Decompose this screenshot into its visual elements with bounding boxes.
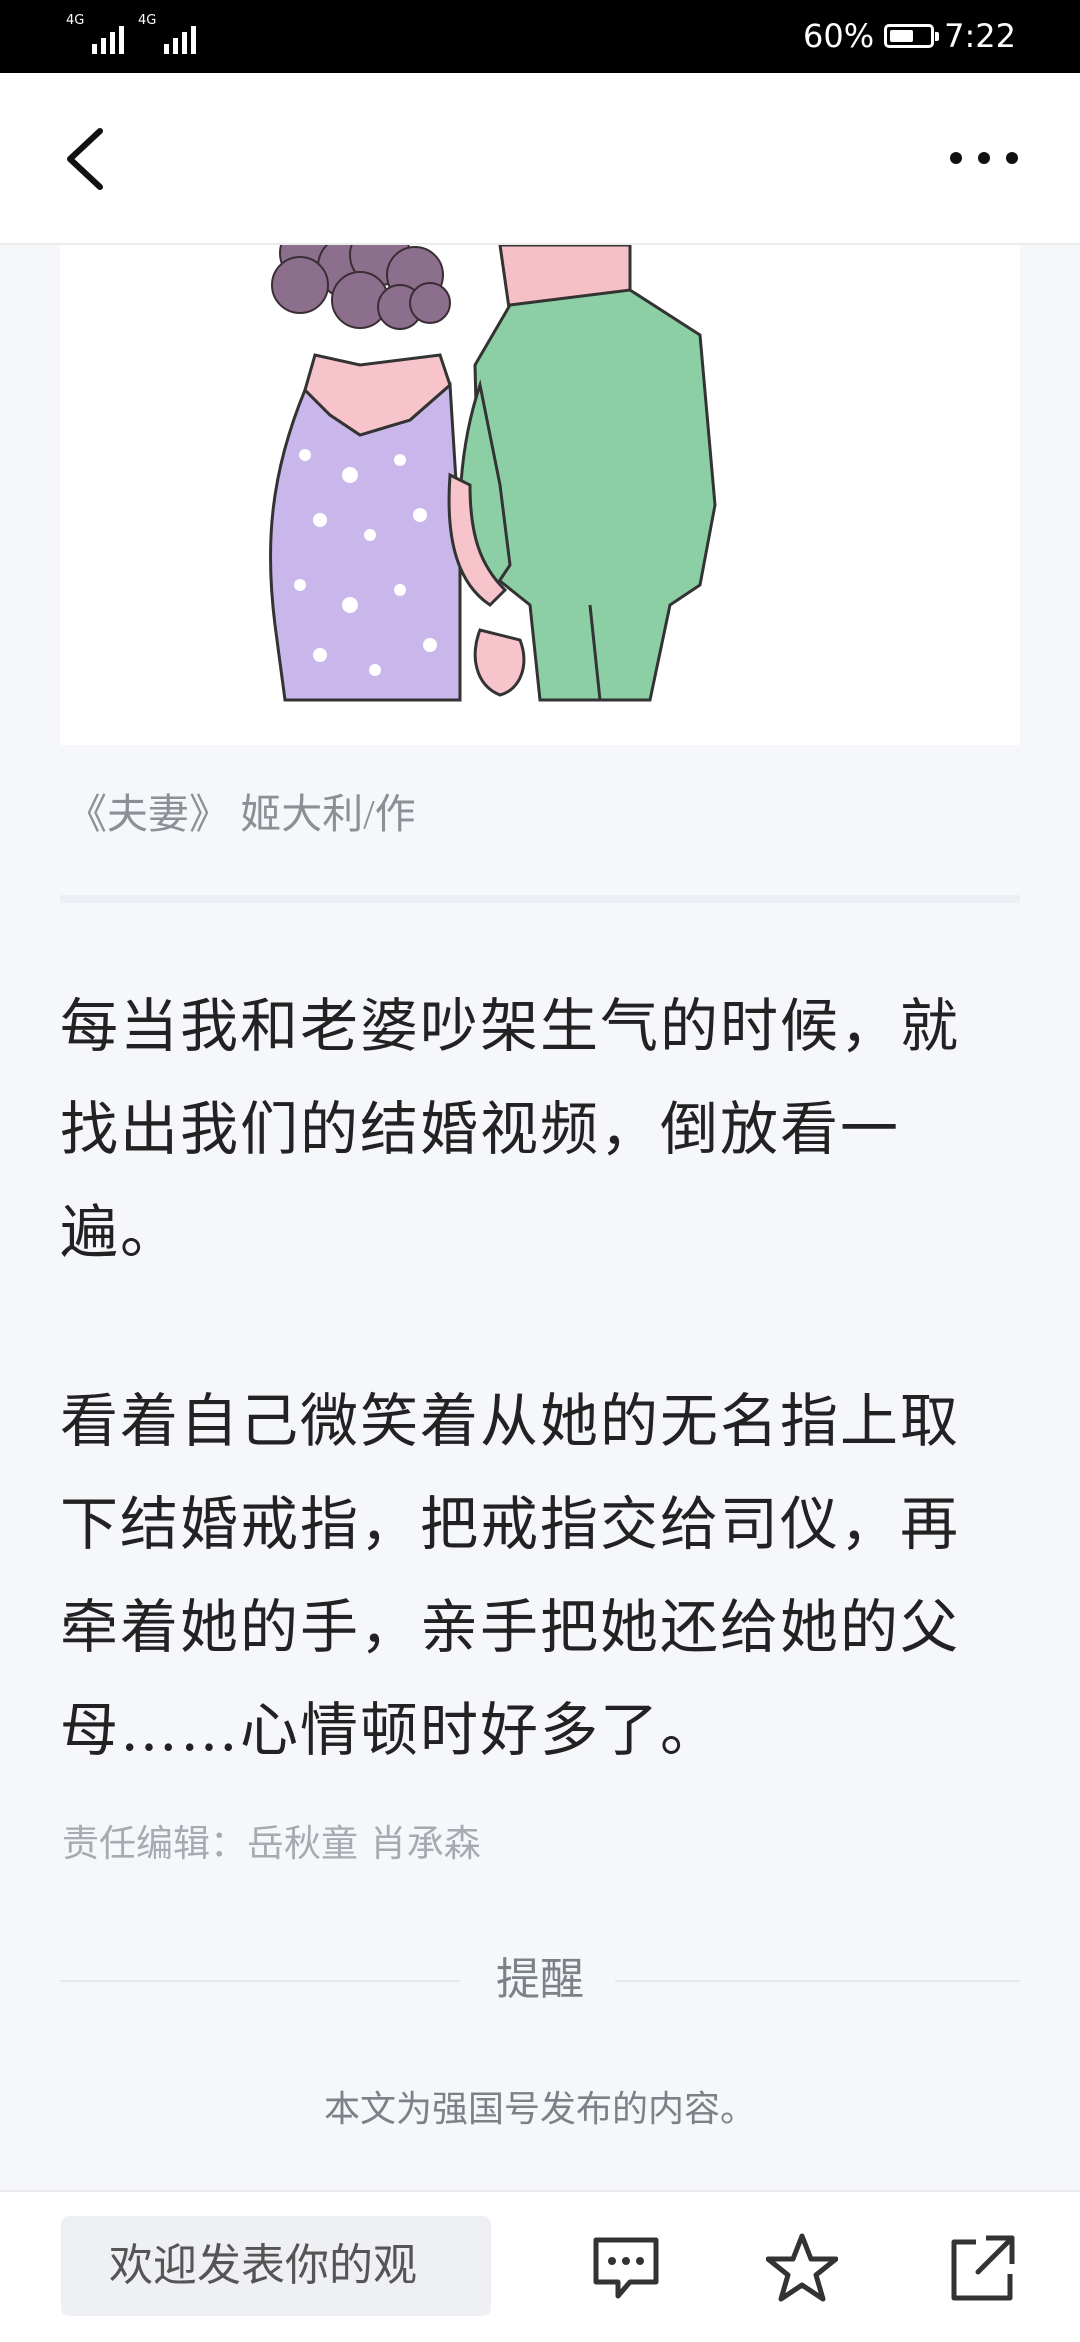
couple-illustration <box>268 222 717 702</box>
paragraph-line: 找出我们的结婚视频，倒放看一 <box>60 1095 901 1163</box>
favorite-button[interactable] <box>765 2232 839 2304</box>
notice-title: 提醒 <box>496 1954 584 2005</box>
paragraph-line: 每当我和老婆吵架生气的时候，就 <box>60 992 961 1060</box>
comment-input[interactable]: 欢迎发表你的观 <box>61 2216 491 2316</box>
article-illustration <box>60 222 1020 745</box>
back-button[interactable] <box>60 123 120 195</box>
image-caption: 《夫妻》 姬大利/作 <box>66 791 416 837</box>
paragraph-line: 母……心情顿时好多了。 <box>60 1696 721 1764</box>
signal-icon: 4G <box>138 14 196 54</box>
paragraph-line: 下结婚戒指，把戒指交给司仪，再 <box>60 1490 961 1558</box>
bottom-action-bar: 欢迎发表你的观 <box>0 2190 1080 2342</box>
network-type-label: 4G <box>138 13 157 28</box>
chevron-left-icon <box>67 128 103 190</box>
more-button[interactable] <box>944 143 1024 173</box>
battery-icon <box>884 24 940 48</box>
top-nav-bar <box>0 73 1080 245</box>
battery-percent: 60% <box>803 17 875 55</box>
clock: 7:22 <box>944 17 1016 55</box>
notice-header: 提醒 <box>0 1950 1080 2010</box>
article-paragraph-2: 看着自己微笑着从她的无名指上取 下结婚戒指，把戒指交给司仪，再 牵着她的手，亲手… <box>60 1370 1025 1782</box>
comment-icon <box>593 2237 659 2299</box>
star-icon <box>765 2233 839 2302</box>
more-dots-icon <box>950 152 1018 164</box>
notice-body: 本文为强国号发布的内容。 <box>323 2089 756 2130</box>
status-bar: 4G 4G 60% 7:22 <box>0 0 1080 73</box>
paragraph-line: 看着自己微笑着从她的无名指上取 <box>60 1387 961 1455</box>
section-divider <box>60 895 1020 903</box>
paragraph-line: 牵着她的手，亲手把她还给她的父 <box>60 1593 961 1661</box>
share-icon <box>951 2235 1015 2301</box>
signal-indicators: 4G 4G <box>66 14 196 54</box>
share-button[interactable] <box>946 2232 1018 2304</box>
paragraph-line: 遍。 <box>60 1198 181 1266</box>
article-paragraph-1: 每当我和老婆吵架生气的时候，就 找出我们的结婚视频，倒放看一 遍。 <box>60 975 1025 1284</box>
comment-button[interactable] <box>590 2232 662 2304</box>
responsible-editor: 责任编辑：岳秋童 肖承森 <box>62 1822 481 1865</box>
network-type-label: 4G <box>66 13 85 28</box>
signal-icon: 4G <box>66 14 124 54</box>
